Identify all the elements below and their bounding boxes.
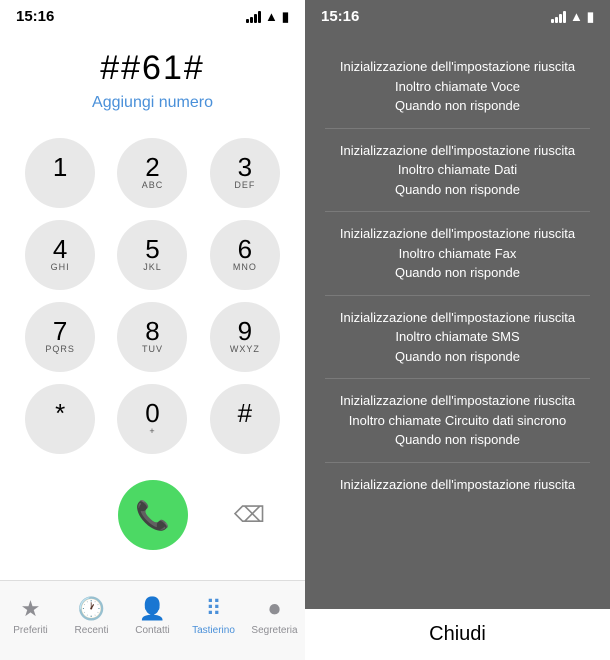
modal-item-line1-2: Inizializzazione dell'impostazione riusc… xyxy=(335,224,580,244)
key-*[interactable]: * xyxy=(25,384,95,454)
modal-item-line2-4: Inoltro chiamate Circuito dati sincrono xyxy=(335,411,580,431)
modal-content: Inizializzazione dell'impostazione riusc… xyxy=(305,29,610,660)
status-icons-left: ▲ ▮ xyxy=(246,9,289,25)
wifi-icon: ▲ xyxy=(265,9,278,24)
call-row: 📞 ⌫ xyxy=(0,470,305,560)
status-time-right: 15:16 xyxy=(321,8,359,25)
key-letters-2: DEF xyxy=(234,180,255,192)
key-letters-10: + xyxy=(149,426,155,438)
key-1[interactable]: 1 xyxy=(25,138,95,208)
status-bar-left: 15:16 ▲ ▮ xyxy=(0,0,305,29)
tab-label-3: Tastierino xyxy=(192,625,235,636)
tab-label-1: Recenti xyxy=(75,625,109,636)
battery-icon: ▮ xyxy=(282,9,289,25)
signal-icon xyxy=(246,11,261,23)
modal-item: Inizializzazione dell'impostazione riusc… xyxy=(325,379,590,463)
tab-contatti[interactable]: 👤 Contatti xyxy=(122,596,183,636)
wifi-icon-right: ▲ xyxy=(570,9,583,24)
key-number-6: 7 xyxy=(53,318,67,344)
modal-item-line2-3: Inoltro chiamate SMS xyxy=(335,327,580,347)
key-number-1: 2 xyxy=(145,154,159,180)
tab-label-4: Segreteria xyxy=(251,625,297,636)
key-number-5: 6 xyxy=(238,236,252,262)
modal-scroll: Inizializzazione dell'impostazione riusc… xyxy=(305,29,610,609)
modal-item: Inizializzazione dell'impostazione riusc… xyxy=(325,463,590,507)
tab-tastierino[interactable]: ⠿ Tastierino xyxy=(183,596,244,636)
modal-item-line2-2: Inoltro chiamate Fax xyxy=(335,244,580,264)
tab-icon-1: 🕐 xyxy=(78,596,105,622)
dialer-panel: 15:16 ▲ ▮ ##61# Aggiungi numero 1 2 ABC … xyxy=(0,0,305,660)
dialer-display: ##61# Aggiungi numero xyxy=(0,29,305,122)
modal-item-line1-3: Inizializzazione dell'impostazione riusc… xyxy=(335,308,580,328)
modal-panel: 15:16 ▲ ▮ Inizializzazione dell'impostaz… xyxy=(305,0,610,660)
key-letters-3: GHI xyxy=(51,262,70,274)
signal-icon-right xyxy=(551,11,566,23)
key-number-8: 9 xyxy=(238,318,252,344)
keypad: 1 2 ABC 3 DEF 4 GHI 5 JKL 6 MNO 7 PQRS 8… xyxy=(0,122,305,470)
key-letters-6: PQRS xyxy=(45,344,75,356)
close-button[interactable]: Chiudi xyxy=(429,623,486,645)
key-letters-8: WXYZ xyxy=(230,344,260,356)
key-#[interactable]: # xyxy=(210,384,280,454)
tab-icon-0: ★ xyxy=(21,596,41,622)
key-letters-4: JKL xyxy=(143,262,162,274)
tab-bar: ★ Preferiti 🕐 Recenti 👤 Contatti ⠿ Tasti… xyxy=(0,580,305,660)
call-button[interactable]: 📞 xyxy=(118,480,188,550)
modal-item: Inizializzazione dell'impostazione riusc… xyxy=(325,296,590,380)
key-letters-1: ABC xyxy=(142,180,164,192)
modal-item-line1-0: Inizializzazione dell'impostazione riusc… xyxy=(335,57,580,77)
modal-item-line3-1: Quando non risponde xyxy=(335,180,580,200)
modal-item-line2-0: Inoltro chiamate Voce xyxy=(335,77,580,97)
tab-label-2: Contatti xyxy=(135,625,169,636)
dialer-number: ##61# xyxy=(100,49,205,88)
tab-icon-2: 👤 xyxy=(139,596,166,622)
tab-preferiti[interactable]: ★ Preferiti xyxy=(0,596,61,636)
tab-segreteria[interactable]: ⏺ Segreteria xyxy=(244,596,305,636)
key-3[interactable]: 3 DEF xyxy=(210,138,280,208)
modal-item: Inizializzazione dell'impostazione riusc… xyxy=(325,212,590,296)
key-4[interactable]: 4 GHI xyxy=(25,220,95,290)
tab-icon-3: ⠿ xyxy=(205,596,221,622)
dialer-add-number[interactable]: Aggiungi numero xyxy=(92,94,213,112)
key-9[interactable]: 9 WXYZ xyxy=(210,302,280,372)
status-time-left: 15:16 xyxy=(16,8,54,25)
key-number-4: 5 xyxy=(145,236,159,262)
modal-item-line3-0: Quando non risponde xyxy=(335,96,580,116)
status-icons-right: ▲ ▮ xyxy=(551,9,594,25)
modal-item-line3-3: Quando non risponde xyxy=(335,347,580,367)
key-number-9: * xyxy=(55,400,65,426)
tab-icon-4: ⏺ xyxy=(269,596,280,622)
modal-item-line3-2: Quando non risponde xyxy=(335,263,580,283)
modal-item-line3-4: Quando non risponde xyxy=(335,430,580,450)
modal-item-line1-5: Inizializzazione dell'impostazione riusc… xyxy=(335,475,580,495)
tab-label-0: Preferiti xyxy=(13,625,47,636)
key-0[interactable]: 0 + xyxy=(117,384,187,454)
key-8[interactable]: 8 TUV xyxy=(117,302,187,372)
key-letters-7: TUV xyxy=(142,344,163,356)
key-6[interactable]: 6 MNO xyxy=(210,220,280,290)
delete-button[interactable]: ⌫ xyxy=(234,502,265,528)
modal-item-line1-4: Inizializzazione dell'impostazione riusc… xyxy=(335,391,580,411)
key-5[interactable]: 5 JKL xyxy=(117,220,187,290)
key-number-11: # xyxy=(238,400,252,426)
key-number-3: 4 xyxy=(53,236,67,262)
phone-icon: 📞 xyxy=(135,499,170,532)
status-bar-right: 15:16 ▲ ▮ xyxy=(305,0,610,29)
modal-item-line2-1: Inoltro chiamate Dati xyxy=(335,160,580,180)
modal-item: Inizializzazione dell'impostazione riusc… xyxy=(325,129,590,213)
modal-item-line1-1: Inizializzazione dell'impostazione riusc… xyxy=(335,141,580,161)
battery-icon-right: ▮ xyxy=(587,9,594,25)
key-7[interactable]: 7 PQRS xyxy=(25,302,95,372)
key-number-7: 8 xyxy=(145,318,159,344)
key-number-0: 1 xyxy=(53,154,67,180)
tab-recenti[interactable]: 🕐 Recenti xyxy=(61,596,122,636)
key-letters-5: MNO xyxy=(233,262,257,274)
key-number-2: 3 xyxy=(238,154,252,180)
key-2[interactable]: 2 ABC xyxy=(117,138,187,208)
modal-item: Inizializzazione dell'impostazione riusc… xyxy=(325,45,590,129)
key-number-10: 0 xyxy=(145,400,159,426)
modal-close-area[interactable]: Chiudi xyxy=(305,609,610,660)
